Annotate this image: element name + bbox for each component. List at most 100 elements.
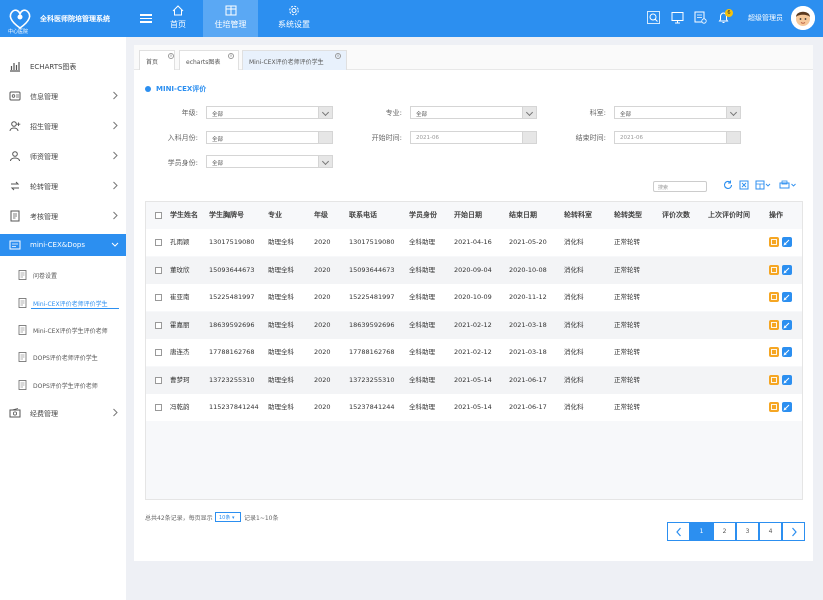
page-button-1[interactable]: 1 (690, 522, 713, 541)
sidebar-subitem-minicex-student-teacher[interactable]: Mini-CEX评价学生评价老师 (0, 321, 126, 339)
sidebar-item-label: 师资管理 (30, 153, 58, 161)
menu-toggle-icon[interactable] (140, 12, 152, 24)
enroll-month-value: 全部 (212, 137, 224, 143)
edit-button[interactable] (769, 374, 779, 385)
edit-button[interactable] (769, 237, 779, 247)
close-icon[interactable]: × (335, 53, 341, 59)
page-button-3[interactable]: 3 (736, 522, 759, 541)
evaluate-button[interactable] (782, 237, 792, 247)
page-size-select[interactable]: 10条 ▾ (215, 512, 241, 522)
sidebar-item-minicex-dops[interactable]: mini-CEX&Dops (0, 234, 126, 256)
sidebar-subitem-questionnaire[interactable]: 问卷设置 (0, 266, 126, 284)
table-cell: 2021-05-14 (454, 403, 492, 411)
columns-icon[interactable] (755, 180, 771, 190)
sidebar-subitem-dops-teacher-student[interactable]: DOPS评价老师评价学生 (0, 348, 126, 366)
tab-home[interactable]: 首页 × (139, 50, 175, 70)
table-cell: 冯乾韵 (170, 403, 190, 411)
calendar-icon (522, 132, 536, 143)
page-button-4[interactable]: 4 (759, 522, 782, 541)
evaluate-button[interactable] (782, 374, 792, 385)
column-header: 轮转科室 (564, 211, 592, 219)
rotate-icon (10, 181, 20, 191)
chevron-down-icon (318, 107, 332, 118)
row-checkbox[interactable] (155, 294, 162, 301)
edit-button[interactable] (769, 319, 779, 330)
chevron-down-icon (726, 107, 740, 118)
major-select[interactable]: 全部 (410, 106, 537, 119)
sidebar-item-label: 经费管理 (30, 410, 58, 418)
table-cell: 2021-03-18 (509, 348, 547, 356)
close-icon[interactable]: × (228, 53, 234, 59)
page-button-2[interactable]: 2 (713, 522, 736, 541)
table-cell: 2020-11-12 (509, 293, 547, 301)
tab-minicex-teacher-student[interactable]: Mini-CEX评价老师评价学生 × (242, 50, 347, 70)
edit-button[interactable] (769, 402, 779, 412)
sidebar-item-funding[interactable]: 经费管理 (0, 402, 126, 424)
avatar-face-icon (791, 6, 815, 30)
close-icon[interactable]: × (168, 53, 174, 59)
evaluate-button[interactable] (782, 402, 792, 412)
message-icon[interactable] (694, 11, 707, 24)
chevron-down-icon (111, 242, 119, 247)
select-all-checkbox[interactable] (155, 212, 162, 219)
department-select[interactable]: 全部 (614, 106, 741, 119)
edit-button[interactable] (769, 347, 779, 357)
sidebar-subitem-label: 问卷设置 (33, 273, 58, 280)
row-checkbox[interactable] (155, 239, 162, 246)
row-checkbox[interactable] (155, 376, 162, 384)
sidebar-item-label: 轮转管理 (30, 183, 58, 191)
table-cell: 15237841244 (349, 403, 395, 411)
row-checkbox[interactable] (155, 349, 162, 356)
table-cell: 15225481997 (349, 293, 395, 301)
pencil-icon (783, 239, 790, 246)
assessment-icon (9, 240, 21, 250)
sidebar-item-exam[interactable]: 考核管理 (0, 205, 126, 227)
edit-button[interactable] (769, 264, 779, 275)
next-page-button[interactable] (782, 522, 805, 541)
nav-home[interactable]: 首页 (160, 0, 196, 37)
export-icon[interactable] (779, 180, 797, 190)
evaluate-button[interactable] (782, 292, 792, 302)
pencil-icon (783, 294, 790, 301)
end-time-input[interactable]: 2021-06 (614, 131, 741, 144)
evaluate-button[interactable] (782, 264, 792, 275)
nav-system-settings[interactable]: 系统设置 (270, 0, 318, 37)
sidebar-item-echarts[interactable]: ECHARTS图表 (0, 55, 126, 77)
column-header: 结束日期 (509, 211, 537, 219)
identity-select[interactable]: 全部 (206, 155, 333, 168)
chevron-right-icon (113, 121, 118, 130)
sidebar-item-rotation[interactable]: 轮转管理 (0, 175, 126, 197)
prev-page-button[interactable] (667, 522, 690, 541)
table-cell: 正常轮转 (614, 348, 640, 356)
grade-select[interactable]: 全部 (206, 106, 333, 119)
enroll-month-input[interactable]: 全部 (206, 131, 333, 144)
table-cell: 2020 (314, 403, 331, 411)
refresh-icon[interactable] (723, 180, 733, 190)
table-cell: 消化科 (564, 293, 584, 301)
sidebar-item-info[interactable]: 信息管理 (0, 85, 126, 107)
row-checkbox[interactable] (155, 266, 162, 274)
start-time-input[interactable]: 2021-06 (410, 131, 537, 144)
sidebar-item-enrollment[interactable]: 招生管理 (0, 115, 126, 137)
toggle-view-icon[interactable] (739, 180, 749, 190)
sidebar-subitem-minicex-teacher-student[interactable]: Mini-CEX评价老师评价学生 (0, 294, 126, 312)
user-name[interactable]: 超级管理员 (748, 13, 783, 23)
search-icon[interactable] (647, 11, 660, 24)
sidebar-subitem-label: DOPS评价学生评价老师 (33, 383, 98, 390)
start-time-value: 2021-06 (416, 135, 439, 141)
edit-button[interactable] (769, 292, 779, 302)
tab-echarts[interactable]: echarts图表 × (179, 50, 239, 70)
nav-resident-management[interactable]: 住培管理 (203, 0, 258, 37)
row-checkbox[interactable] (155, 321, 162, 329)
monitor-icon[interactable] (671, 11, 684, 24)
evaluate-button[interactable] (782, 347, 792, 357)
row-checkbox[interactable] (155, 404, 162, 411)
search-input[interactable]: 搜索 (653, 181, 707, 192)
evaluate-button[interactable] (782, 319, 792, 330)
sidebar-item-teachers[interactable]: 师资管理 (0, 145, 126, 167)
sidebar-subitem-dops-student-teacher[interactable]: DOPS评价学生评价老师 (0, 376, 126, 394)
table-cell: 2021-05-14 (454, 375, 492, 384)
end-time-value: 2021-06 (620, 135, 643, 141)
edit-icon (771, 321, 777, 328)
avatar[interactable] (791, 6, 815, 30)
